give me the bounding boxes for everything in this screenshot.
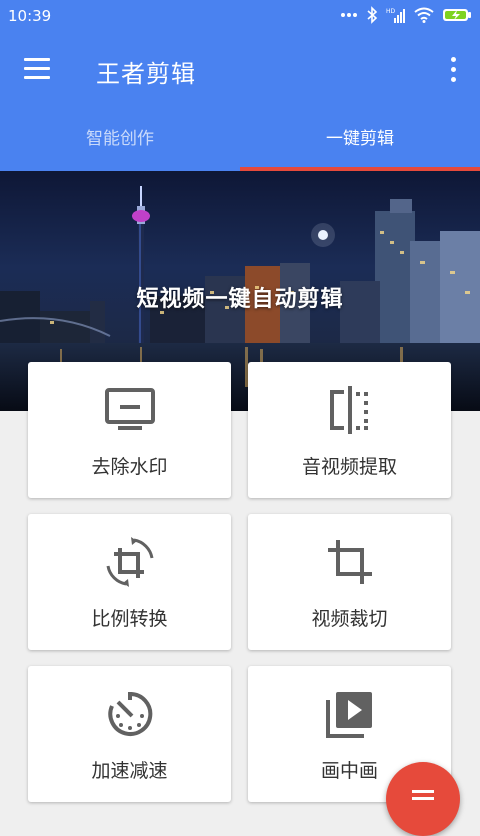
- fab-menu-button[interactable]: [386, 762, 460, 836]
- speed-change-card[interactable]: 加速减速: [28, 666, 231, 802]
- video-crop-card[interactable]: 视频裁切: [248, 514, 451, 650]
- aspect-ratio-convert-label: 比例转换: [91, 608, 168, 630]
- fab-menu-icon-line: [412, 790, 434, 793]
- app-bar: 王者剪辑: [0, 34, 480, 106]
- wifi-icon: [414, 7, 434, 23]
- status-icons: HD: [340, 6, 472, 24]
- status-bar: 10:39 HD: [0, 0, 480, 34]
- more-vert-icon[interactable]: [448, 56, 458, 84]
- tab-smart-create[interactable]: 智能创作: [0, 106, 240, 171]
- app-title: 王者剪辑: [96, 60, 196, 88]
- signal-icon: HD: [386, 8, 405, 23]
- hamburger-menu-icon[interactable]: [24, 56, 50, 82]
- bluetooth-icon: [367, 6, 378, 24]
- crop-icon: [328, 540, 372, 584]
- audio-video-extract-card[interactable]: 音视频提取: [248, 362, 451, 498]
- crop-rotate-icon: [106, 537, 154, 587]
- banner-title: 短视频一键自动剪辑: [136, 287, 344, 312]
- more-notifications-icon: [341, 13, 357, 17]
- split-compare-icon: [330, 386, 368, 434]
- battery-charging-icon: [443, 9, 471, 21]
- status-time: 10:39: [8, 7, 52, 25]
- audio-video-extract-label: 音视频提取: [301, 456, 397, 478]
- remove-watermark-card[interactable]: 去除水印: [28, 362, 231, 498]
- monitor-icon: [105, 388, 155, 430]
- speed-change-label: 加速减速: [91, 760, 168, 782]
- aspect-ratio-convert-card[interactable]: 比例转换: [28, 514, 231, 650]
- tab-bar: 智能创作 一键剪辑: [0, 106, 480, 171]
- remove-watermark-label: 去除水印: [91, 456, 168, 478]
- svg-text:HD: HD: [386, 8, 396, 15]
- video-crop-label: 视频裁切: [311, 608, 388, 630]
- speed-timer-icon: [108, 691, 153, 736]
- video-library-icon: [326, 692, 372, 738]
- tab-one-click-edit[interactable]: 一键剪辑: [240, 106, 480, 171]
